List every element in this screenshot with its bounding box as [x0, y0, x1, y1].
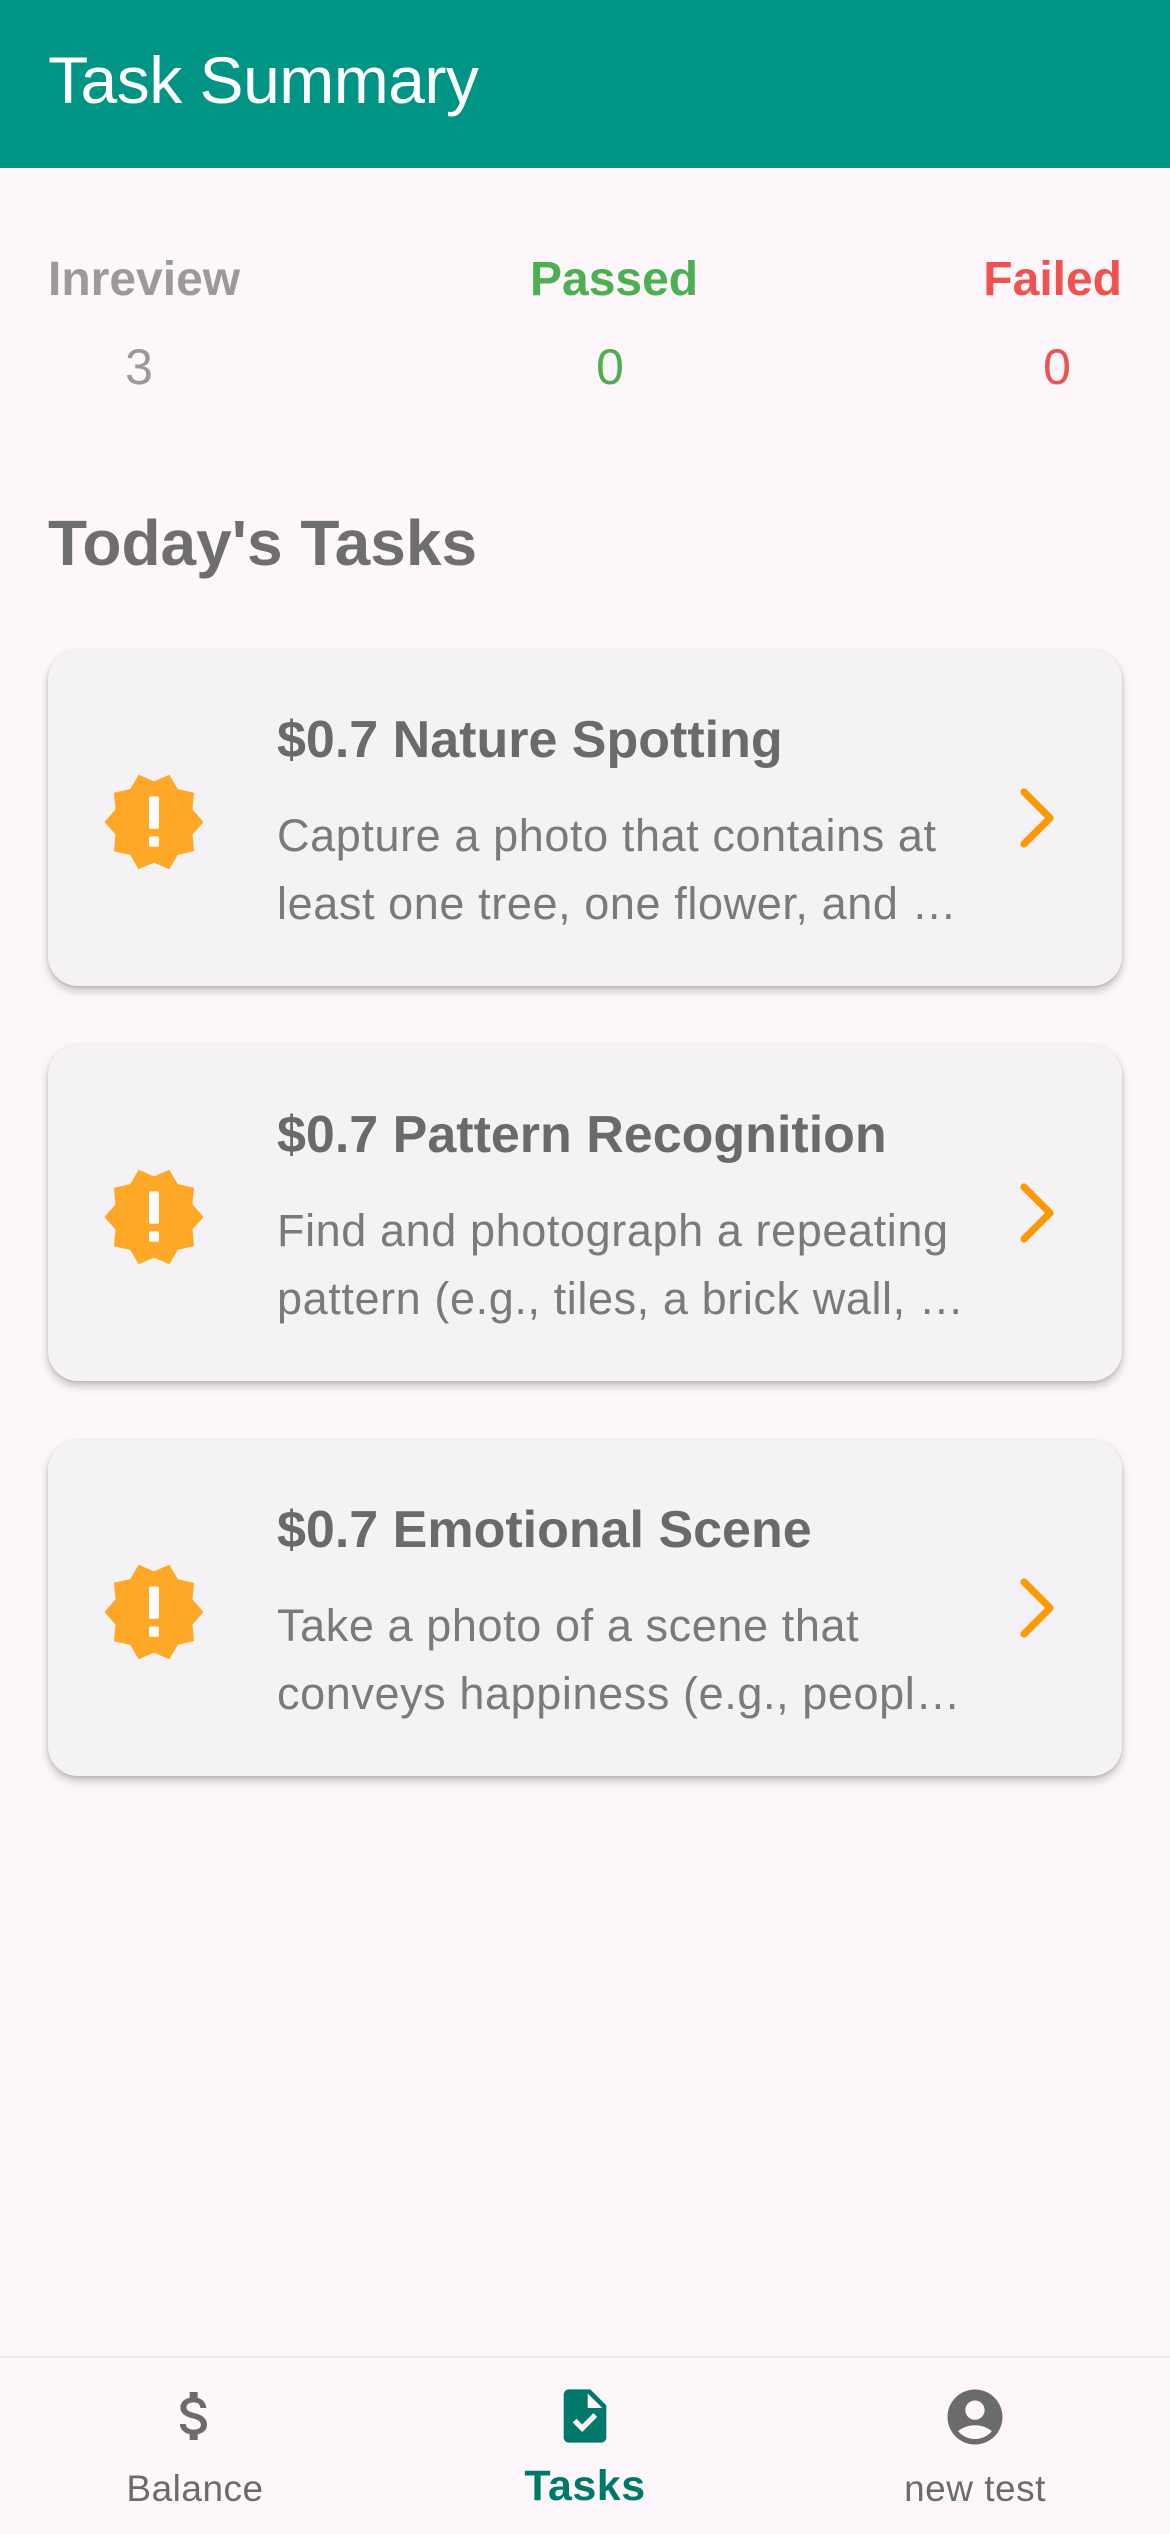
warning-badge-icon [104, 774, 204, 870]
stat-inreview-value: 3 [125, 339, 153, 395]
nav-item-balance[interactable]: Balance [0, 2358, 390, 2534]
task-description: Take a photo of a scene that conveys hap… [277, 1600, 961, 1719]
stat-inreview-label: Inreview [48, 253, 241, 306]
stat-failed-label: Failed [983, 253, 1122, 306]
bottom-navigation: Balance Tasks new test [0, 2356, 1170, 2532]
task-card-pattern-recognition[interactable]: $0.7 Pattern Recognition Find and photog… [48, 1045, 1122, 1381]
task-card-nature-spotting[interactable]: $0.7 Nature Spotting Capture a photo tha… [48, 650, 1122, 986]
nav-label-tasks: Tasks [524, 2462, 646, 2510]
section-title: Today's Tasks [48, 507, 478, 579]
task-card-emotional-scene[interactable]: $0.7 Emotional Scene Take a photo of a s… [48, 1440, 1122, 1776]
warning-badge-icon [104, 1169, 204, 1265]
stat-failed-value: 0 [1043, 339, 1071, 395]
nav-label-balance: Balance [126, 2468, 264, 2509]
stat-passed-value: 0 [596, 339, 624, 395]
nav-item-tasks[interactable]: Tasks [390, 2358, 780, 2534]
chevron-right-icon[interactable] [1016, 786, 1060, 850]
stat-passed-label: Passed [530, 253, 699, 306]
task-description: Capture a photo that contains at least o… [277, 810, 958, 929]
chevron-right-icon[interactable] [1016, 1181, 1060, 1245]
chevron-right-icon[interactable] [1016, 1576, 1060, 1640]
nav-item-profile[interactable]: new test [780, 2358, 1170, 2534]
warning-badge-icon [104, 1564, 204, 1660]
task-description: Find and photograph a repeating pattern … [277, 1205, 965, 1324]
dollar-icon [179, 2392, 207, 2440]
task-summary-stats: Inreview 3 Passed 0 Failed 0 [0, 0, 1170, 420]
account-circle-icon [947, 2389, 1003, 2445]
nav-label-profile: new test [904, 2468, 1046, 2509]
task-title: $0.7 Emotional Scene [277, 1501, 812, 1559]
task-title: $0.7 Nature Spotting [277, 711, 783, 769]
task-document-icon [563, 2389, 607, 2443]
task-title: $0.7 Pattern Recognition [277, 1106, 887, 1164]
